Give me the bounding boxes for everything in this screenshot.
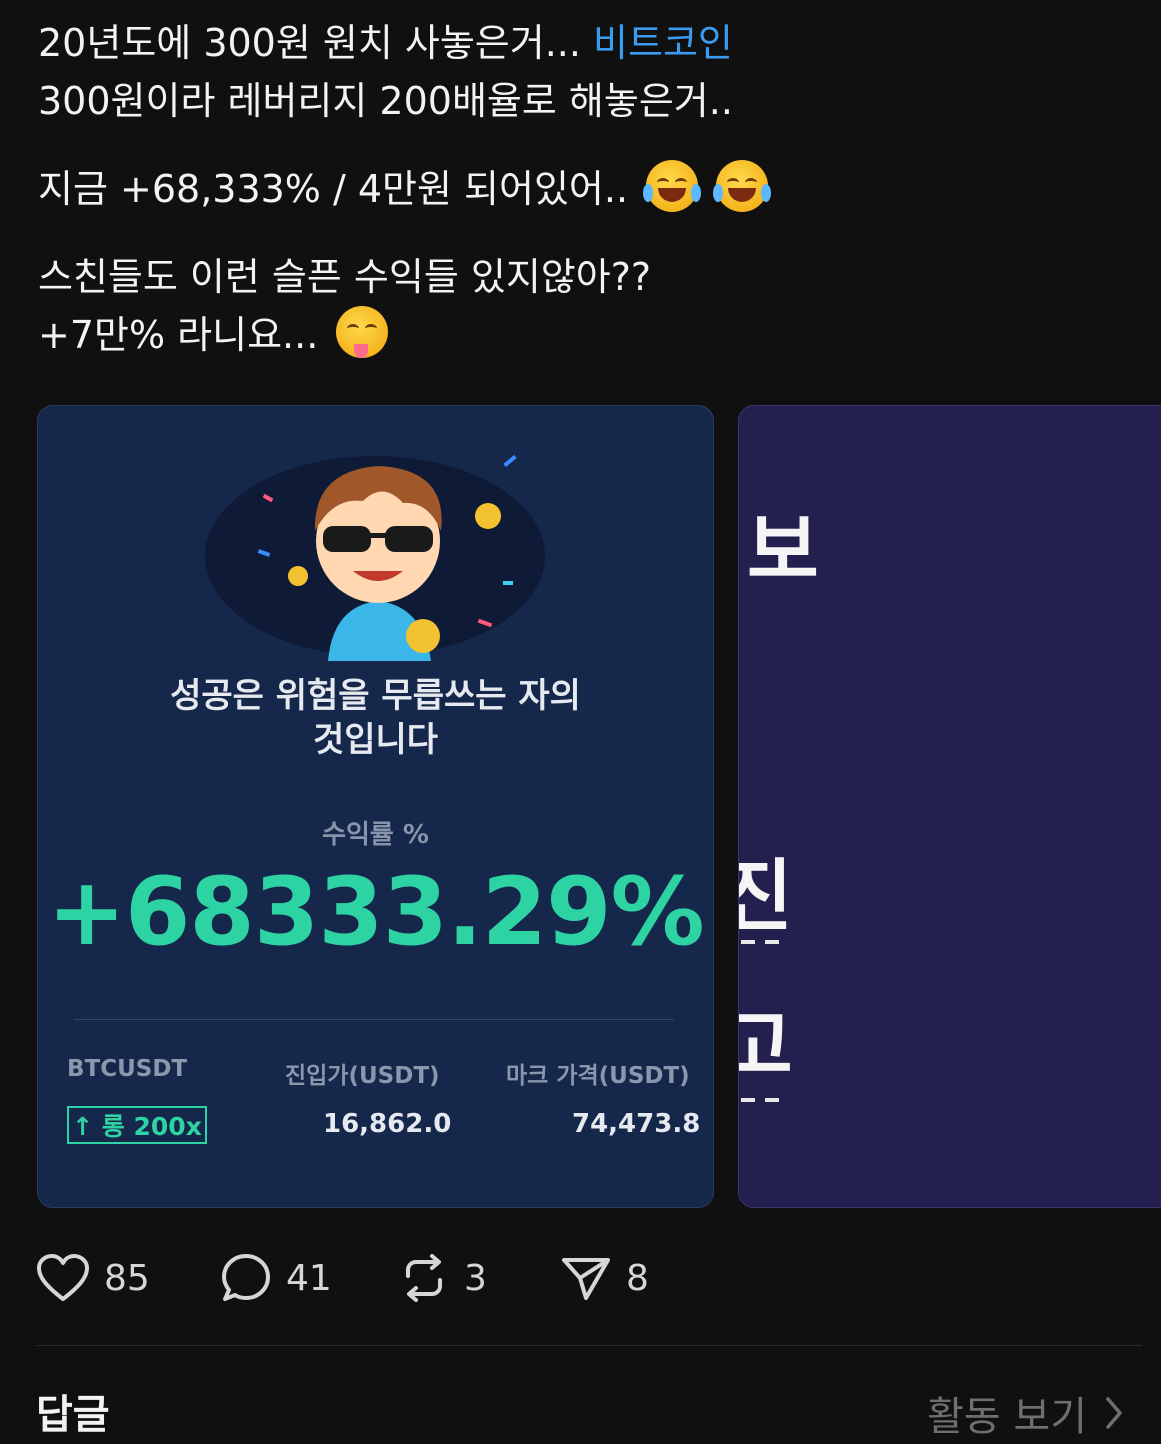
post-line-2: 300원이라 레버리지 200배율로 해놓은거..	[38, 79, 733, 123]
post-line-5: +7만% 라니요...	[38, 306, 1128, 364]
mark-price-label: 마크 가격(USDT)	[506, 1063, 690, 1089]
roi-label: 수익률 %	[322, 820, 429, 850]
replies-heading: 답글	[36, 1392, 110, 1438]
hashtag-link[interactable]: 비트코인	[593, 21, 733, 65]
post-actions: 85 41 3 8	[36, 1252, 736, 1304]
roi-value: +68333.29%	[47, 858, 705, 967]
comment-count: 41	[286, 1257, 332, 1299]
post-line-4: 스친들도 이런 슬픈 수익들 있지않아??	[38, 255, 652, 299]
post-body: 20년도에 300원 원치 사놓은거... 비트코인 300원이라 레버리지 2…	[38, 14, 1128, 364]
repost-count: 3	[464, 1257, 487, 1299]
zany-face-emoji-icon	[336, 306, 389, 358]
view-activity-link[interactable]: 활동 보기	[927, 1384, 1123, 1442]
partial-text-2: 진	[739, 834, 793, 946]
mark-price-value: 74,473.8	[572, 1109, 701, 1139]
repost-icon	[406, 1254, 442, 1302]
image-carousel[interactable]: 성공은 위험을 무릅쓰는 자의 것입니다 수익률 % +68333.29% BT…	[37, 405, 1161, 1208]
like-count: 85	[104, 1257, 150, 1299]
second-carousel-image[interactable]: 보 진 고	[738, 405, 1161, 1208]
like-button[interactable]: 85	[36, 1252, 150, 1304]
heart-icon	[37, 1254, 89, 1301]
share-count: 8	[626, 1257, 649, 1299]
partial-text-3: 고	[739, 984, 793, 1096]
post-line-1: 20년도에 300원 원치 사놓은거... 비트코인	[38, 21, 733, 65]
entry-price-value: 16,862.0	[323, 1109, 452, 1139]
comment-bubble-icon	[222, 1254, 270, 1301]
comment-button[interactable]: 41	[220, 1252, 332, 1304]
send-icon	[562, 1258, 610, 1300]
tears-of-joy-emoji-icon	[643, 160, 702, 212]
partial-text-1: 보	[747, 506, 819, 596]
post-line-3: 지금 +68,333% / 4만원 되어있어..	[38, 160, 1128, 218]
repost-button[interactable]: 3	[398, 1252, 487, 1304]
long-leverage-badge: ↑ 롱 200x	[67, 1106, 207, 1144]
share-button[interactable]: 8	[560, 1252, 649, 1304]
trader-character-illustration	[205, 454, 545, 661]
entry-price-label: 진입가(USDT)	[285, 1063, 440, 1089]
section-divider	[36, 1345, 1142, 1346]
pnl-share-card-image[interactable]: 성공은 위험을 무릅쓰는 자의 것입니다 수익률 % +68333.29% BT…	[37, 405, 714, 1208]
motivational-quote: 성공은 위험을 무릅쓰는 자의 것입니다	[170, 676, 581, 760]
card-divider	[74, 1019, 674, 1020]
symbol-label: BTCUSDT	[67, 1056, 188, 1082]
tears-of-joy-emoji-icon	[713, 160, 772, 212]
chevron-right-icon	[1106, 1397, 1122, 1429]
